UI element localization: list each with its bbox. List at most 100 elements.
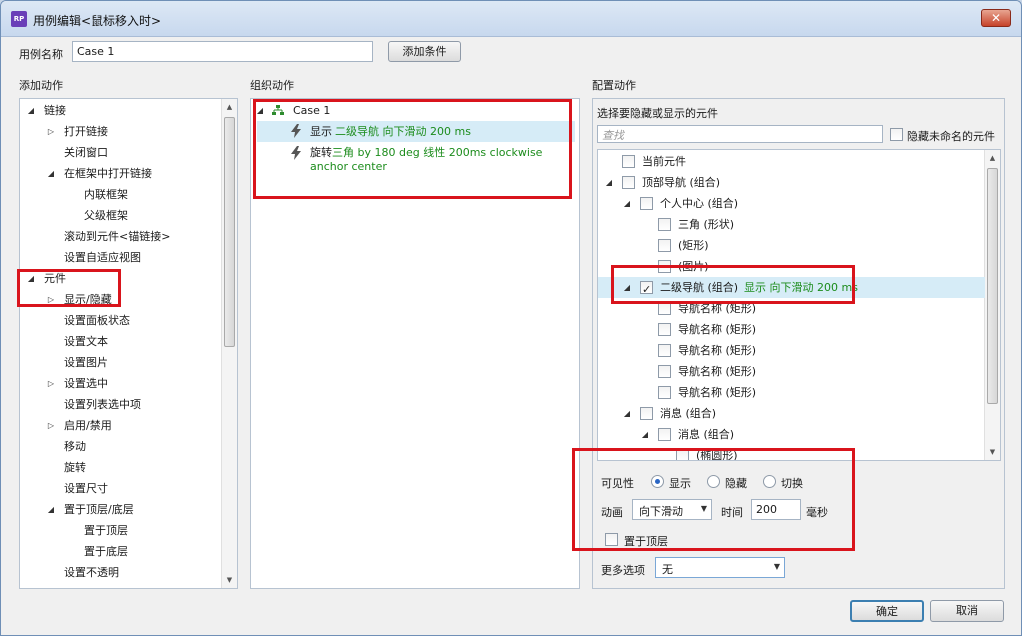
element-tree-item[interactable]: ◢ 消息 (组合) [598, 403, 983, 424]
element-checkbox[interactable] [640, 407, 653, 420]
bring-to-front-checkbox[interactable] [605, 533, 618, 546]
case-label[interactable]: Case 1 [293, 100, 330, 121]
action-tree-item[interactable]: 置于底层 [20, 541, 220, 562]
action-tree-item[interactable]: 设置不透明 [20, 562, 220, 583]
action-rotate-row[interactable]: 旋转三角 by 180 deg 线性 200ms clockwise ancho… [290, 146, 570, 174]
expand-open-icon[interactable]: ◢ [26, 268, 36, 289]
action-tree-item[interactable]: 设置尺寸 [20, 478, 220, 499]
element-tree-item[interactable]: (矩形) [598, 235, 983, 256]
organize-action-panel[interactable]: ◢ Case 1 显示 二级导航 向下滑动 200 ms 旋转三角 by 180… [250, 98, 580, 589]
element-checkbox[interactable] [658, 260, 671, 273]
scroll-down-arrow-icon[interactable]: ▼ [222, 572, 237, 588]
close-window-button[interactable]: ✕ [981, 9, 1011, 27]
element-tree-item[interactable]: 当前元件 [598, 151, 983, 172]
action-tree-item[interactable]: 内联框架 [20, 184, 220, 205]
element-checkbox[interactable] [658, 239, 671, 252]
expand-closed-icon[interactable]: ▷ [46, 121, 56, 142]
element-checkbox[interactable] [676, 449, 689, 460]
cancel-button[interactable]: 取消 [930, 600, 1004, 622]
element-tree-item[interactable]: 导航名称 (矩形) [598, 319, 983, 340]
expand-closed-icon[interactable]: ▷ [46, 373, 56, 394]
expand-closed-icon[interactable]: ▷ [46, 415, 56, 436]
expand-open-icon[interactable]: ◢ [604, 172, 614, 193]
action-tree-item[interactable]: ▷ 设置选中 [20, 373, 220, 394]
action-tree-item[interactable]: 滚动到元件<锚链接> [20, 226, 220, 247]
element-tree-item[interactable]: (椭圆形) [598, 445, 983, 460]
action-tree-item[interactable]: ◢ 链接 [20, 100, 220, 121]
action-tree-item[interactable]: 设置自适应视图 [20, 247, 220, 268]
expand-open-icon[interactable]: ◢ [622, 277, 632, 298]
scroll-up-arrow-icon[interactable]: ▲ [985, 150, 1000, 166]
element-tree-item[interactable]: 导航名称 (矩形) [598, 298, 983, 319]
element-checkbox[interactable] [658, 365, 671, 378]
element-checkbox[interactable] [658, 428, 671, 441]
visibility-hide-radio[interactable] [707, 475, 720, 488]
scroll-thumb[interactable] [224, 117, 235, 347]
element-checkbox[interactable] [658, 344, 671, 357]
element-tree-panel[interactable]: ▲ ▼ 当前元件 ◢ 顶部导航 (组合) ◢ 个人中心 (组合) 三角 (形状) (矩形) (… [597, 149, 1001, 461]
action-tree-item[interactable]: ◢ 置于顶层/底层 [20, 499, 220, 520]
element-checkbox[interactable] [622, 155, 635, 168]
title-bar[interactable]: RP 用例编辑<鼠标移入时> ✕ [1, 1, 1021, 37]
element-tree-item-label: 三角 (形状) [678, 218, 735, 231]
element-checkbox[interactable] [640, 279, 653, 300]
ok-button[interactable]: 确定 [850, 600, 924, 622]
visibility-toggle-radio[interactable] [763, 475, 776, 488]
element-tree-item[interactable]: ◢ 个人中心 (组合) [598, 193, 983, 214]
expand-open-icon[interactable]: ◢ [46, 499, 56, 520]
scroll-thumb[interactable] [987, 168, 998, 404]
visibility-show-radio[interactable] [651, 475, 664, 488]
action-tree-item[interactable]: 移动 [20, 436, 220, 457]
element-search-input[interactable]: 查找 [597, 125, 883, 143]
expand-open-icon[interactable]: ◢ [46, 163, 56, 184]
expand-open-icon[interactable]: ◢ [622, 193, 632, 214]
element-checkbox[interactable] [658, 218, 671, 231]
element-tree-item[interactable]: (图片) [598, 256, 983, 277]
element-tree-scrollbar[interactable]: ▲ ▼ [984, 150, 1000, 460]
element-tree-item[interactable]: 导航名称 (矩形) [598, 382, 983, 403]
element-tree-item[interactable]: 三角 (形状) [598, 214, 983, 235]
action-tree-item[interactable]: 旋转 [20, 457, 220, 478]
scroll-up-arrow-icon[interactable]: ▲ [222, 99, 237, 115]
scroll-down-arrow-icon[interactable]: ▼ [985, 444, 1000, 460]
action-tree-item-label: 旋转 [64, 461, 86, 474]
time-input[interactable]: 200 [751, 499, 801, 520]
action-tree-item[interactable]: ▷ 显示/隐藏 [20, 289, 220, 310]
action-tree-item[interactable]: 设置图片 [20, 352, 220, 373]
expand-open-icon[interactable]: ◢ [26, 100, 36, 121]
action-tree-item[interactable]: ◢ 在框架中打开链接 [20, 163, 220, 184]
add-action-tree-panel[interactable]: ▲ ▼ ◢ 链接 ▷ 打开链接 关闭窗口 ◢ 在框架中打开链接 内联框架 父级框架 滚动到元件<锚… [19, 98, 238, 589]
action-tree-item-label: 设置面板状态 [64, 314, 130, 327]
element-checkbox[interactable] [640, 197, 653, 210]
add-condition-button[interactable]: 添加条件 [388, 41, 461, 62]
action-tree-item[interactable]: 设置列表选中项 [20, 394, 220, 415]
expand-open-icon[interactable]: ◢ [255, 100, 265, 121]
expand-closed-icon[interactable]: ▷ [46, 289, 56, 310]
animation-select[interactable]: 向下滑动 ▼ [632, 499, 712, 520]
element-tree-item[interactable]: ◢ 顶部导航 (组合) [598, 172, 983, 193]
action-tree-item[interactable]: 置于顶层 [20, 520, 220, 541]
hide-unnamed-checkbox[interactable] [890, 128, 903, 141]
element-checkbox[interactable] [658, 302, 671, 315]
action-tree-scrollbar[interactable]: ▲ ▼ [221, 99, 237, 588]
action-verb: 旋转 [310, 146, 332, 159]
element-checkbox[interactable] [658, 386, 671, 399]
action-tree-item[interactable]: 设置面板状态 [20, 310, 220, 331]
element-checkbox[interactable] [658, 323, 671, 336]
case-name-input[interactable]: Case 1 [72, 41, 373, 62]
action-verb: 显示 [310, 125, 332, 138]
expand-open-icon[interactable]: ◢ [640, 424, 650, 445]
element-tree-item[interactable]: 导航名称 (矩形) [598, 361, 983, 382]
more-options-select[interactable]: 无 ▼ [655, 557, 785, 578]
action-tree-item[interactable]: ▷ 打开链接 [20, 121, 220, 142]
action-tree-item[interactable]: 父级框架 [20, 205, 220, 226]
expand-open-icon[interactable]: ◢ [622, 403, 632, 424]
element-tree-item[interactable]: ◢ 二级导航 (组合) 显示 向下滑动 200 ms [598, 277, 983, 300]
action-tree-item[interactable]: 设置文本 [20, 331, 220, 352]
element-tree-item[interactable]: ◢ 消息 (组合) [598, 424, 983, 445]
element-checkbox[interactable] [622, 176, 635, 189]
element-tree-item[interactable]: 导航名称 (矩形) [598, 340, 983, 361]
action-tree-item[interactable]: ◢ 元件 [20, 268, 220, 289]
action-tree-item[interactable]: 关闭窗口 [20, 142, 220, 163]
action-tree-item[interactable]: ▷ 启用/禁用 [20, 415, 220, 436]
